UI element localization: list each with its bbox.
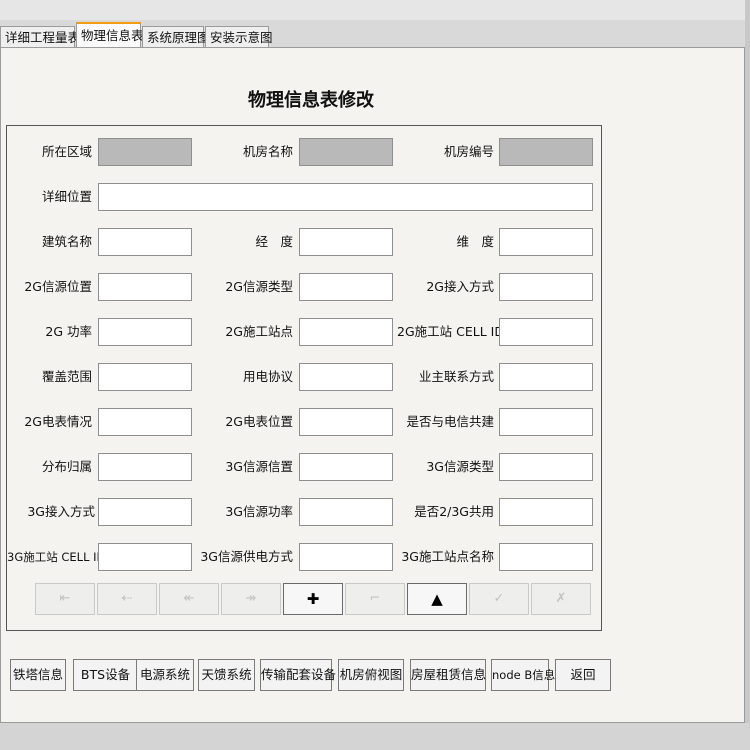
label-3g-power-supply: 3G信源供电方式 — [200, 549, 293, 564]
next-record-button[interactable]: ↠ — [221, 583, 281, 615]
delete-record-button[interactable]: ⌐ — [345, 583, 405, 615]
next-record-icon: ↠ — [245, 591, 257, 606]
longitude-field[interactable] — [299, 228, 393, 256]
add-record-icon: ✚ — [306, 590, 320, 608]
label-coverage: 覆盖范围 — [41, 369, 92, 384]
3g-cell-id-field[interactable] — [98, 543, 192, 571]
label-shared-with-telecom: 是否与电信共建 — [406, 414, 494, 429]
antenna-system-button[interactable]: 天馈系统 — [198, 659, 255, 691]
save-record-icon: ✓ — [493, 591, 505, 606]
label-address: 详细位置 — [41, 189, 92, 204]
room-code-field — [499, 138, 593, 166]
distribution-owner-field[interactable] — [98, 453, 192, 481]
save-record-button[interactable]: ✓ — [469, 583, 529, 615]
power-system-button[interactable]: 电源系统 — [136, 659, 194, 691]
2g-power-field[interactable] — [98, 318, 192, 346]
label-3g-access-mode: 3G接入方式 — [27, 504, 95, 519]
prev-page-icon: ⇠ — [121, 591, 133, 606]
prev-record-button[interactable]: ↞ — [159, 583, 219, 615]
physical-info-form: 所在区域 机房名称 机房编号 详细位置 建筑名称 经 度 维 度 2G信源位置 … — [6, 125, 602, 631]
label-2g-source-location: 2G信源位置 — [24, 279, 92, 294]
label-3g-cell-id: 3G施工站 CELL ID — [7, 550, 106, 564]
label-2g-source-type: 2G信源类型 — [225, 279, 293, 294]
2g-source-type-field[interactable] — [299, 273, 393, 301]
owner-contact-field[interactable] — [499, 363, 593, 391]
3g-source-power-field[interactable] — [299, 498, 393, 526]
label-2g-meter-status: 2G电表情况 — [24, 414, 92, 429]
first-record-icon: ⇤ — [59, 591, 71, 606]
label-power-agreement: 用电协议 — [242, 369, 293, 384]
move-up-icon: ▲ — [431, 590, 443, 608]
label-building-name: 建筑名称 — [41, 234, 92, 249]
power-agreement-field[interactable] — [299, 363, 393, 391]
3g-source-type-field[interactable] — [499, 453, 593, 481]
region-field — [98, 138, 192, 166]
tab-physical-info[interactable]: 物理信息表 — [76, 22, 144, 48]
form-title: 物理信息表修改 — [248, 90, 374, 111]
right-window-edge — [745, 0, 750, 750]
2g-meter-status-field[interactable] — [98, 408, 192, 436]
tab-detailed-quantities[interactable]: 详细工程量表 — [0, 26, 80, 48]
2g3g-shared-field[interactable] — [499, 498, 593, 526]
label-2g-construction-site: 2G施工站点 — [225, 324, 293, 339]
back-button[interactable]: 返回 — [555, 659, 611, 691]
label-longitude: 经 度 — [255, 234, 293, 249]
tab-system-diagram[interactable]: 系统原理图 — [142, 26, 210, 48]
tab-bar: 详细工程量表 物理信息表 系统原理图 安装示意图 — [0, 22, 273, 48]
label-2g-power: 2G 功率 — [45, 324, 92, 339]
2g-access-mode-field[interactable] — [499, 273, 593, 301]
first-record-button[interactable]: ⇤ — [35, 583, 95, 615]
label-3g-site-name: 3G施工站点名称 — [401, 549, 494, 564]
tab-install-diagram[interactable]: 安装示意图 — [205, 26, 273, 48]
add-record-button[interactable]: ✚ — [283, 583, 343, 615]
label-owner-contact: 业主联系方式 — [418, 369, 494, 384]
prev-record-icon: ↞ — [183, 591, 195, 606]
label-2g-meter-location: 2G电表位置 — [225, 414, 293, 429]
label-2g-cell-id: 2G施工站 CELL ID — [397, 324, 504, 339]
3g-site-name-field[interactable] — [499, 543, 593, 571]
room-top-view-button[interactable]: 机房俯视图 — [338, 659, 404, 691]
latitude-field[interactable] — [499, 228, 593, 256]
bottom-window-edge — [0, 723, 750, 750]
label-3g-source-power: 3G信源功率 — [225, 504, 293, 519]
label-room-code: 机房编号 — [443, 144, 494, 159]
label-region: 所在区域 — [41, 144, 92, 159]
room-name-field — [299, 138, 393, 166]
label-2g-access-mode: 2G接入方式 — [426, 279, 494, 294]
3g-source-location-field[interactable] — [299, 453, 393, 481]
lease-info-button[interactable]: 房屋租赁信息 — [410, 659, 486, 691]
tab-content-panel: 物理信息表修改 所在区域 机房名称 机房编号 详细位置 建筑名称 经 度 维 度… — [0, 47, 745, 723]
label-room-name: 机房名称 — [242, 144, 293, 159]
prev-page-button[interactable]: ⇠ — [97, 583, 157, 615]
tower-info-button[interactable]: 铁塔信息 — [10, 659, 66, 691]
node-b-info-button[interactable]: node B信息 — [491, 659, 555, 691]
label-3g-source-type: 3G信源类型 — [426, 459, 494, 474]
label-3g-source-location: 3G信源信置 — [225, 459, 293, 474]
2g-meter-location-field[interactable] — [299, 408, 393, 436]
address-field[interactable] — [98, 183, 593, 211]
building-name-field[interactable] — [98, 228, 192, 256]
bts-equipment-button[interactable]: BTS设备 — [73, 659, 138, 691]
delete-record-icon: ⌐ — [369, 591, 381, 606]
cancel-record-button[interactable]: ✗ — [531, 583, 591, 615]
2g-cell-id-field[interactable] — [499, 318, 593, 346]
move-up-button[interactable]: ▲ — [407, 583, 467, 615]
transmission-equipment-button[interactable]: 传输配套设备 — [260, 659, 336, 691]
label-latitude: 维 度 — [456, 234, 494, 249]
coverage-field[interactable] — [98, 363, 192, 391]
cancel-record-icon: ✗ — [555, 591, 567, 606]
2g-source-location-field[interactable] — [98, 273, 192, 301]
3g-power-supply-field[interactable] — [299, 543, 393, 571]
label-2g3g-shared: 是否2/3G共用 — [414, 504, 494, 519]
2g-construction-site-field[interactable] — [299, 318, 393, 346]
3g-access-mode-field[interactable] — [98, 498, 192, 526]
shared-with-telecom-field[interactable] — [499, 408, 593, 436]
label-distribution-owner: 分布归属 — [41, 459, 92, 474]
window-top-strip — [0, 0, 750, 20]
